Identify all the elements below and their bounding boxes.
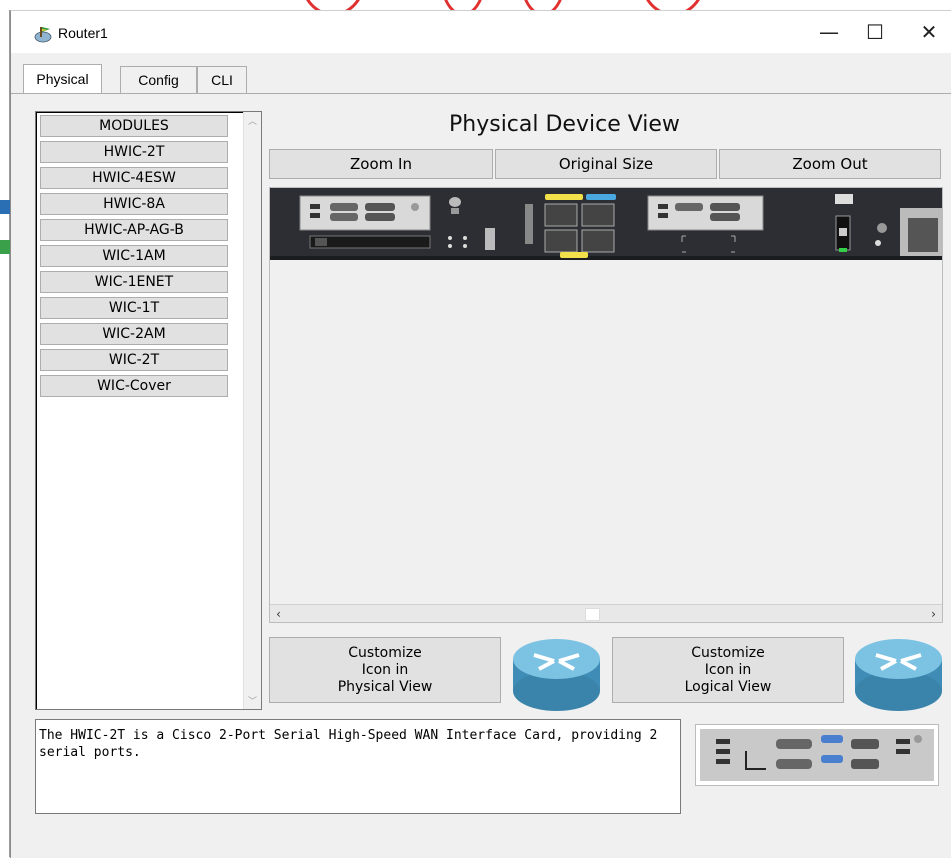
- device-view-area[interactable]: ‹ ›: [269, 187, 943, 623]
- window-title: Router1: [58, 25, 108, 41]
- zoom-in-button[interactable]: Zoom In: [269, 149, 493, 179]
- modules-header[interactable]: MODULES: [40, 115, 228, 137]
- original-size-button[interactable]: Original Size: [495, 149, 717, 179]
- router-chassis-image[interactable]: [270, 188, 942, 260]
- module-item-wic-1am[interactable]: WIC-1AM: [40, 245, 228, 267]
- background-marker: [0, 200, 10, 214]
- module-list-scrollbar[interactable]: ︿ ﹀: [243, 112, 261, 709]
- router-physical-icon: [513, 639, 600, 711]
- minimize-button[interactable]: —: [806, 11, 852, 53]
- customize-physical-line3: Physical View: [337, 678, 433, 695]
- module-item-wic-2am[interactable]: WIC-2AM: [40, 323, 228, 345]
- customize-physical-line1: Customize: [348, 644, 422, 661]
- scroll-down-icon[interactable]: ﹀: [244, 692, 261, 709]
- module-item-hwic-4esw[interactable]: HWIC-4ESW: [40, 167, 228, 189]
- maximize-button[interactable]: ☐: [852, 11, 898, 53]
- zoom-out-button[interactable]: Zoom Out: [719, 149, 941, 179]
- module-item-wic-1t[interactable]: WIC-1T: [40, 297, 228, 319]
- module-item-wic-cover[interactable]: WIC-Cover: [40, 375, 228, 397]
- module-item-wic-2t[interactable]: WIC-2T: [40, 349, 228, 371]
- scroll-thumb[interactable]: [585, 608, 600, 621]
- customize-logical-line1: Customize: [691, 644, 765, 661]
- module-preview-image: [695, 724, 939, 786]
- module-item-wic-1enet[interactable]: WIC-1ENET: [40, 271, 228, 293]
- router-app-icon: [34, 27, 52, 43]
- tab-config[interactable]: Config: [120, 66, 197, 93]
- customize-physical-icon-button[interactable]: Customize Icon in Physical View: [269, 637, 501, 703]
- module-item-hwic-8a[interactable]: HWIC-8A: [40, 193, 228, 215]
- customize-logical-icon-button[interactable]: Customize Icon in Logical View: [612, 637, 844, 703]
- module-list[interactable]: MODULES HWIC-2T HWIC-4ESW HWIC-8A HWIC-A…: [35, 111, 262, 710]
- scroll-right-icon[interactable]: ›: [925, 605, 942, 622]
- module-item-hwic-2t[interactable]: HWIC-2T: [40, 141, 228, 163]
- tab-physical[interactable]: Physical: [23, 64, 102, 93]
- customize-logical-line3: Logical View: [684, 678, 772, 695]
- module-description: The HWIC-2T is a Cisco 2-Port Serial Hig…: [35, 719, 681, 814]
- tab-cli[interactable]: CLI: [197, 66, 247, 93]
- physical-device-view-title: Physical Device View: [449, 112, 680, 137]
- router-window: Router1 — ☐ ✕ Physical Config CLI MODULE…: [10, 10, 951, 858]
- customize-physical-line2: Icon in: [361, 661, 409, 678]
- router-logical-icon: [855, 639, 942, 711]
- title-bar[interactable]: Router1 — ☐ ✕: [11, 11, 951, 53]
- scroll-up-icon[interactable]: ︿: [244, 112, 261, 129]
- module-item-hwic-ap-ag-b[interactable]: HWIC-AP-AG-B: [40, 219, 228, 241]
- device-view-scrollbar[interactable]: ‹ ›: [270, 604, 942, 622]
- scroll-left-icon[interactable]: ‹: [270, 605, 287, 622]
- customize-logical-line2: Icon in: [704, 661, 752, 678]
- close-button[interactable]: ✕: [906, 11, 951, 53]
- background-marker: [0, 240, 10, 254]
- tab-divider: [11, 93, 951, 94]
